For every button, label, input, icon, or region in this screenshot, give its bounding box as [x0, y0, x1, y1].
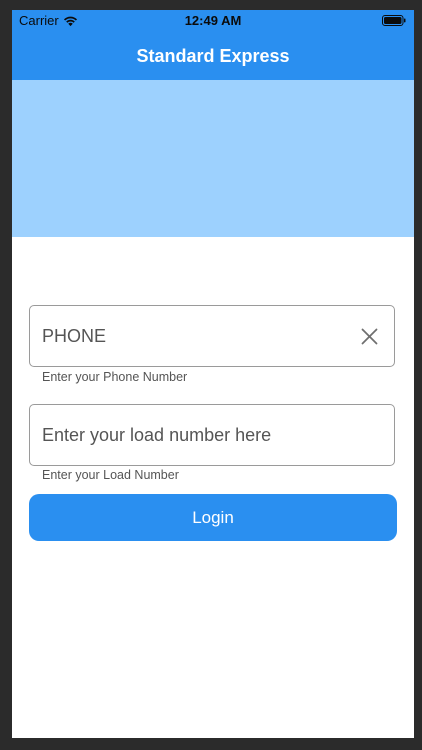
phone-helper-text: Enter your Phone Number [42, 370, 188, 384]
load-number-placeholder: Enter your load number here [42, 425, 272, 445]
load-helper-text: Enter your Load Number [42, 468, 179, 482]
login-button[interactable]: Login [29, 494, 397, 541]
close-icon[interactable] [361, 328, 378, 345]
navigation-bar: Standard Express [12, 32, 414, 80]
page-title: Standard Express [136, 45, 290, 66]
phone-input-placeholder: PHONE [42, 326, 107, 346]
phone-screen: Carrier 12:49 AM Standard Express PHONE … [12, 10, 414, 738]
status-bar: Carrier 12:49 AM [12, 10, 414, 32]
status-time: 12:49 AM [184, 13, 242, 28]
header-banner [12, 80, 414, 237]
load-number-input[interactable]: Enter your load number here [29, 404, 395, 466]
battery-icon [382, 15, 406, 26]
phone-input[interactable]: PHONE [29, 305, 395, 367]
